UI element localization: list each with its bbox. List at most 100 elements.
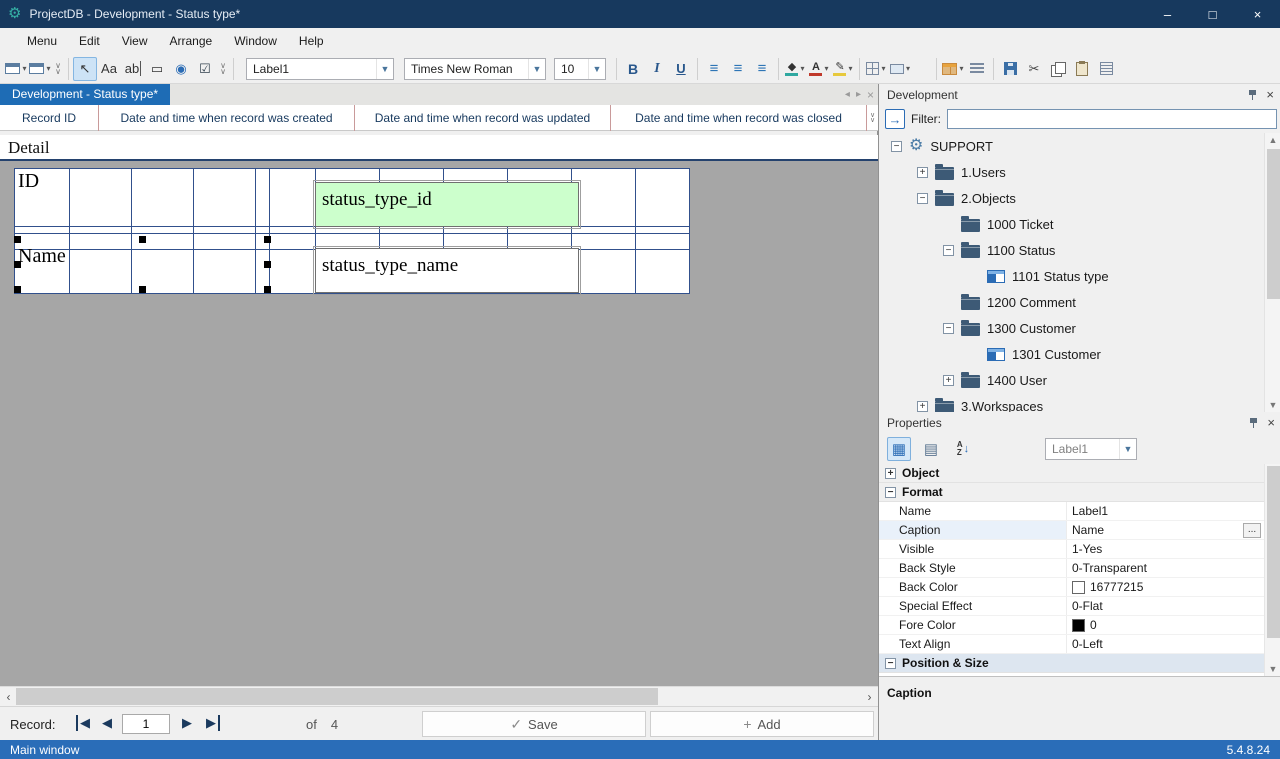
tree-item-objects[interactable]: − 2.Objects: [879, 185, 1280, 211]
italic-button[interactable]: I: [645, 57, 669, 81]
underline-button[interactable]: U: [669, 57, 693, 81]
tab-scroll-left-icon[interactable]: ◂: [845, 89, 850, 100]
chevron-down-icon[interactable]: ▾: [800, 64, 804, 73]
selection-handle[interactable]: [139, 286, 146, 293]
save-button[interactable]: [998, 57, 1022, 81]
copy-button[interactable]: [1046, 57, 1070, 81]
menu-item-help[interactable]: Help: [288, 30, 335, 52]
close-icon[interactable]: ×: [1266, 87, 1274, 102]
form-canvas[interactable]: ID status_type_id Name status_type_name: [0, 161, 878, 686]
prop-row-text-align[interactable]: Text Align 0-Left: [879, 635, 1280, 654]
status-type-id-field[interactable]: status_type_id: [313, 180, 581, 229]
scroll-up-icon[interactable]: ▲: [1265, 135, 1280, 145]
tree-scrollbar[interactable]: ▲ ▼: [1264, 133, 1280, 412]
scroll-down-icon[interactable]: ▼: [1265, 664, 1280, 674]
categorized-view-button[interactable]: ▦: [887, 436, 911, 461]
tree-expander-icon[interactable]: −: [943, 322, 954, 334]
maximize-button[interactable]: □: [1190, 0, 1235, 28]
prop-row-back-style[interactable]: Back Style 0-Transparent: [879, 559, 1280, 578]
column-header-record-id[interactable]: Record ID: [0, 105, 99, 131]
scrollbar-thumb[interactable]: [1267, 149, 1280, 299]
chevron-down-icon[interactable]: ▾: [824, 64, 828, 73]
column-header-updated[interactable]: Date and time when record was updated: [355, 105, 611, 131]
prop-group-format[interactable]: − Format: [879, 483, 1280, 502]
add-record-button[interactable]: + Add: [650, 711, 874, 737]
insert-textbox-button[interactable]: ab: [121, 57, 145, 81]
properties-scrollbar[interactable]: ▼: [1264, 464, 1280, 676]
selection-handle[interactable]: [14, 261, 21, 268]
tree-item-1400-user[interactable]: + 1400 User: [879, 367, 1280, 393]
tree-item-workspaces[interactable]: + 3.Workspaces: [879, 393, 1280, 412]
menu-item-edit[interactable]: Edit: [68, 30, 111, 52]
bold-button[interactable]: B: [621, 57, 645, 81]
tree-item-1301-customer[interactable]: 1301 Customer: [879, 341, 1280, 367]
notes-button[interactable]: [1094, 57, 1118, 81]
insert-checkbox-button[interactable]: ☑: [193, 57, 217, 81]
alphabetical-view-button[interactable]: ▤: [919, 437, 943, 461]
new-form-button[interactable]: ▾: [4, 57, 28, 81]
chevron-down-icon[interactable]: ▼: [528, 58, 545, 79]
select-pointer-button[interactable]: ↖: [73, 56, 97, 81]
tree-expander-icon[interactable]: +: [917, 166, 928, 178]
menu-item-arrange[interactable]: Arrange: [159, 30, 224, 52]
chevron-down-icon[interactable]: ▼: [376, 58, 393, 79]
shape-style-button[interactable]: ▾: [888, 57, 912, 81]
insert-table-button[interactable]: ▾: [941, 57, 965, 81]
previous-record-button[interactable]: ◀: [102, 715, 112, 731]
menu-item-view[interactable]: View: [111, 30, 159, 52]
style-combo[interactable]: Label1 ▼: [246, 57, 394, 80]
pin-icon[interactable]: [1248, 417, 1259, 429]
tree-item-users[interactable]: + 1.Users: [879, 159, 1280, 185]
header-overflow-icon[interactable]: ∨ ∨: [867, 105, 878, 130]
tab-close-icon[interactable]: ×: [867, 88, 874, 102]
chevron-down-icon[interactable]: ▼: [588, 58, 605, 79]
tree-item-support[interactable]: − ⚙ SUPPORT: [879, 133, 1280, 159]
column-header-closed[interactable]: Date and time when record was closed: [611, 105, 867, 131]
name-label[interactable]: Name: [18, 245, 66, 268]
insert-option-button[interactable]: ◉: [169, 57, 193, 81]
prop-group-object[interactable]: + Object: [879, 464, 1280, 483]
scroll-down-icon[interactable]: ▼: [1265, 400, 1280, 410]
highlight-color-button[interactable]: ✎ ▾: [831, 57, 855, 81]
menu-item-window[interactable]: Window: [223, 30, 288, 52]
column-header-created[interactable]: Date and time when record was created: [99, 105, 355, 131]
menu-item-menu[interactable]: Menu: [16, 30, 68, 52]
detail-section-bar[interactable]: Detail: [0, 135, 878, 161]
first-record-button[interactable]: ◀: [76, 715, 90, 731]
insert-label-button[interactable]: Aa: [97, 57, 121, 81]
open-form-button[interactable]: ▾: [28, 57, 52, 81]
id-label[interactable]: ID: [18, 170, 39, 193]
prop-group-position-size[interactable]: − Position & Size: [879, 654, 1280, 673]
tree-item-1200-comment[interactable]: 1200 Comment: [879, 289, 1280, 315]
toolbar-overflow-icon[interactable]: ∨ ∨: [52, 61, 64, 75]
horizontal-scrollbar[interactable]: ‹ ›: [0, 686, 878, 706]
minimize-button[interactable]: –: [1145, 0, 1190, 28]
prop-row-special-effect[interactable]: Special Effect 0-Flat: [879, 597, 1280, 616]
chevron-down-icon[interactable]: ▾: [906, 64, 910, 73]
status-type-name-field[interactable]: status_type_name: [313, 246, 581, 295]
scroll-right-icon[interactable]: ›: [861, 687, 878, 706]
collapse-icon[interactable]: −: [885, 657, 896, 669]
tree-expander-icon[interactable]: −: [891, 140, 902, 152]
paste-button[interactable]: [1070, 57, 1094, 81]
expand-icon[interactable]: +: [885, 467, 896, 479]
sort-button[interactable]: A Z ↓: [951, 437, 975, 461]
chevron-down-icon[interactable]: ▼: [1119, 438, 1136, 459]
chevron-down-icon[interactable]: ▾: [881, 64, 885, 73]
record-number-input[interactable]: [122, 714, 170, 734]
close-icon[interactable]: ×: [1267, 415, 1275, 430]
collapse-icon[interactable]: −: [885, 486, 896, 498]
selection-handle[interactable]: [264, 236, 271, 243]
close-button[interactable]: ×: [1235, 0, 1280, 28]
prop-row-name[interactable]: Name Label1: [879, 502, 1280, 521]
align-left-button[interactable]: ≡: [702, 57, 726, 81]
cut-button[interactable]: ✂: [1022, 57, 1046, 81]
filter-input[interactable]: [947, 109, 1277, 129]
font-size-combo[interactable]: 10 ▼: [554, 57, 606, 80]
prop-row-caption[interactable]: Caption Name ...: [879, 521, 1280, 540]
tree-expander-icon[interactable]: +: [943, 374, 954, 386]
tree-expander-icon[interactable]: −: [943, 244, 954, 256]
tree-item-1100-status[interactable]: − 1100 Status: [879, 237, 1280, 263]
prop-row-visible[interactable]: Visible 1-Yes: [879, 540, 1280, 559]
prop-row-back-color[interactable]: Back Color 16777215: [879, 578, 1280, 597]
